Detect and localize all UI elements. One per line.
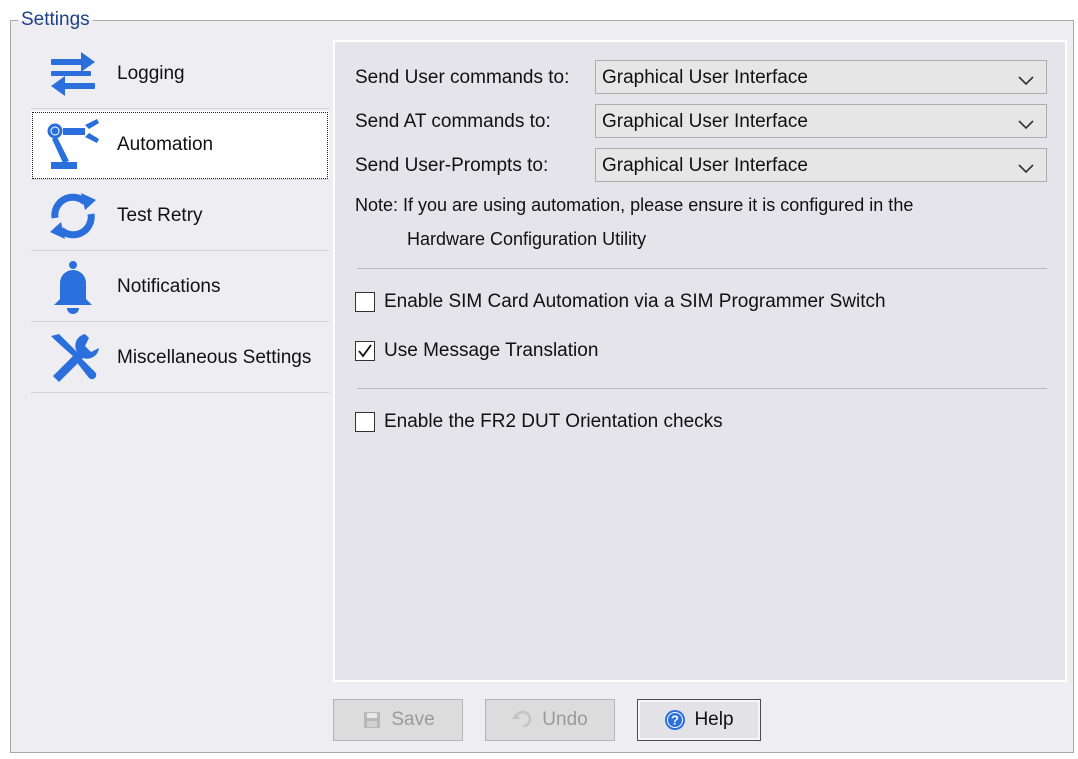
message-translation-checkbox[interactable]: [355, 341, 375, 361]
undo-icon: [512, 709, 534, 731]
fr2-orientation-label: Enable the FR2 DUT Orientation checks: [384, 411, 723, 432]
transfer-arrows-icon: [45, 46, 101, 102]
sidebar-item-test-retry[interactable]: Test Retry: [31, 182, 329, 251]
save-button-label: Save: [391, 709, 435, 730]
sidebar-item-label: Notifications: [117, 276, 221, 297]
chevron-down-icon: [1018, 161, 1034, 179]
user-prompts-label: Send User-Prompts to:: [355, 155, 549, 176]
fr2-orientation-checkbox[interactable]: [355, 412, 375, 432]
sidebar-item-miscellaneous[interactable]: Miscellaneous Settings: [31, 324, 329, 393]
refresh-icon: [45, 188, 101, 244]
svg-text:?: ?: [671, 713, 679, 728]
user-commands-select[interactable]: Graphical User Interface: [595, 60, 1047, 94]
checkmark-icon: [358, 344, 372, 358]
sidebar-item-notifications[interactable]: Notifications: [31, 253, 329, 322]
sidebar-item-logging[interactable]: Logging: [31, 40, 329, 109]
save-button[interactable]: Save: [333, 699, 463, 741]
user-prompts-value: Graphical User Interface: [602, 155, 808, 176]
sidebar-item-label: Automation: [117, 134, 214, 155]
message-translation-label: Use Message Translation: [384, 340, 599, 361]
message-translation-option: Use Message Translation: [355, 340, 598, 362]
automation-note-continued: Hardware Configuration Utility: [407, 229, 647, 249]
automation-note: Note: If you are using automation, pleas…: [355, 195, 914, 215]
undo-button-label: Undo: [542, 709, 588, 730]
at-commands-label: Send AT commands to:: [355, 111, 551, 132]
help-button[interactable]: ? Help: [637, 699, 761, 741]
help-button-label: Help: [694, 709, 734, 730]
sim-card-automation-label: Enable SIM Card Automation via a SIM Pro…: [384, 291, 886, 312]
user-commands-label: Send User commands to:: [355, 67, 570, 88]
chevron-down-icon: [1018, 117, 1034, 135]
divider: [357, 388, 1047, 389]
sidebar-item-label: Test Retry: [117, 205, 203, 226]
user-commands-value: Graphical User Interface: [602, 67, 808, 88]
wrench-screwdriver-icon: [45, 330, 101, 386]
divider: [357, 268, 1047, 269]
help-icon: ?: [664, 709, 686, 731]
undo-button[interactable]: Undo: [485, 699, 615, 741]
robot-arm-icon: [45, 117, 101, 173]
bell-icon: [45, 259, 101, 315]
chevron-down-icon: [1018, 73, 1034, 91]
at-commands-select[interactable]: Graphical User Interface: [595, 104, 1047, 138]
floppy-disk-icon: [361, 709, 383, 731]
user-prompts-select[interactable]: Graphical User Interface: [595, 148, 1047, 182]
fr2-orientation-option: Enable the FR2 DUT Orientation checks: [355, 411, 723, 433]
sidebar-item-label: Logging: [117, 63, 185, 84]
settings-group-title: Settings: [18, 9, 93, 31]
automation-panel: Send User commands to: Graphical User In…: [333, 40, 1067, 682]
sidebar-item-automation[interactable]: Automation: [31, 111, 329, 180]
at-commands-value: Graphical User Interface: [602, 111, 808, 132]
sim-card-automation-checkbox[interactable]: [355, 292, 375, 312]
sidebar-item-label: Miscellaneous Settings: [117, 347, 312, 368]
sim-card-automation-option: Enable SIM Card Automation via a SIM Pro…: [355, 291, 886, 313]
